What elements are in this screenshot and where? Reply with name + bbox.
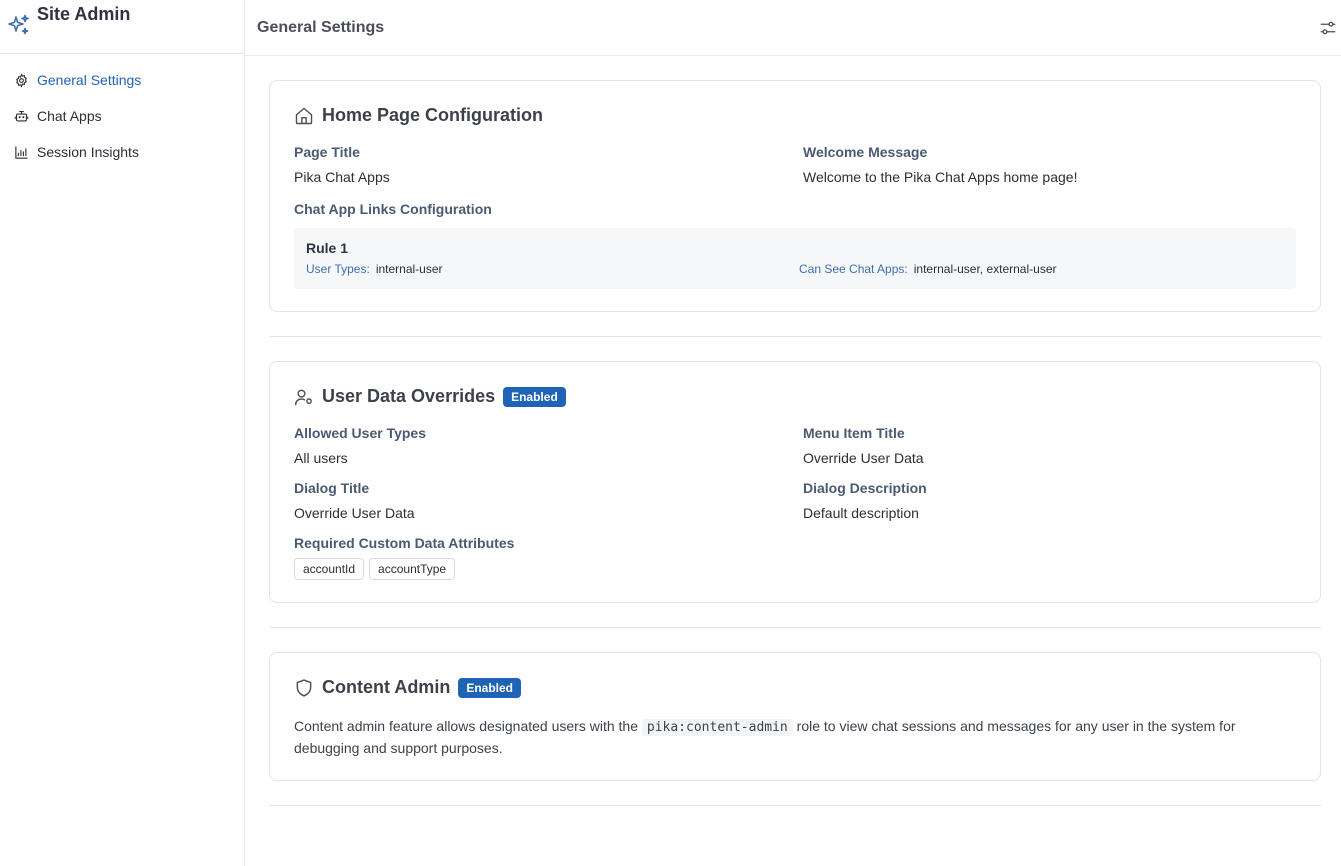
card-title: User Data Overrides xyxy=(322,386,496,406)
allowed-user-types-field: Allowed User Types All users xyxy=(294,425,803,466)
sparkle-icon xyxy=(6,12,32,38)
field-label: Menu Item Title xyxy=(803,425,905,441)
content-admin-description: Content admin feature allows designated … xyxy=(294,716,1296,758)
card-header: User Data Overrides Enabled xyxy=(294,386,1296,407)
field-value: Pika Chat Apps xyxy=(294,169,390,185)
sidebar-nav: General Settings Chat Apps Session Insig… xyxy=(0,54,244,170)
desc-text: Content admin feature allows designated … xyxy=(294,718,638,734)
main-content: General Settings Home Page Configuration… xyxy=(245,0,1341,866)
menu-item-title-field: Menu Item Title Override User Data xyxy=(803,425,1296,466)
field-label: Dialog Title xyxy=(294,480,370,496)
divider xyxy=(269,805,1321,806)
shield-icon xyxy=(294,678,314,698)
sidebar-item-label: General Settings xyxy=(37,72,142,88)
card-header: Home Page Configuration xyxy=(294,105,1296,126)
role-code: pika:content-admin xyxy=(641,719,793,736)
rule-value: internal-user xyxy=(375,262,443,276)
rule-box: Rule 1 User Types: internal-user Can See … xyxy=(294,228,1296,289)
page-title-field: Page Title Pika Chat Apps xyxy=(294,144,803,185)
rule-can-see: Can See Chat Apps: internal-user, externa… xyxy=(799,262,1284,276)
dialog-description-field: Dialog Description Default description xyxy=(803,480,1296,521)
welcome-message-field: Welcome Message Welcome to the Pika Chat… xyxy=(803,144,1296,185)
field-value: Override User Data xyxy=(294,505,415,521)
field-label: Page Title xyxy=(294,144,360,160)
dialog-title-field: Dialog Title Override User Data xyxy=(294,480,803,521)
bar-chart-icon xyxy=(13,144,29,160)
field-label: Dialog Description xyxy=(803,480,927,496)
home-page-fields: Page Title Pika Chat Apps Welcome Messag… xyxy=(294,144,1296,199)
field-value: Welcome to the Pika Chat Apps home page! xyxy=(803,169,1078,185)
status-badge: Enabled xyxy=(503,386,566,407)
settings-content: Home Page Configuration Page Title Pika … xyxy=(245,56,1341,806)
divider xyxy=(269,336,1321,337)
rule-title: Rule 1 xyxy=(306,240,349,256)
card-title: Content Admin xyxy=(322,677,451,697)
user-overrides-fields: Allowed User Types All users Menu Item T… xyxy=(294,425,1296,535)
field-label: Allowed User Types xyxy=(294,425,427,441)
sidebar-item-general-settings[interactable]: General Settings xyxy=(0,62,244,98)
home-page-config-card: Home Page Configuration Page Title Pika … xyxy=(269,80,1321,312)
attribute-tags: accountId accountType xyxy=(294,558,1296,580)
content-admin-card: Content Admin Enabled Content admin feat… xyxy=(269,652,1321,781)
app-root: Site Admin General Settings Chat Apps Se… xyxy=(0,0,1341,866)
field-label: Welcome Message xyxy=(803,144,928,160)
divider xyxy=(269,627,1321,628)
field-value: All users xyxy=(294,450,348,466)
rule-value: internal-user, external-user xyxy=(913,262,1057,276)
field-value: Override User Data xyxy=(803,450,924,466)
attribute-tag: accountType xyxy=(369,558,456,580)
card-title: Home Page Configuration xyxy=(322,105,544,125)
brand[interactable]: Site Admin xyxy=(0,0,244,54)
rule-user-types: User Types: internal-user xyxy=(306,262,799,276)
sidebar: Site Admin General Settings Chat Apps Se… xyxy=(0,0,245,866)
brand-title: Site Admin xyxy=(37,4,131,24)
rule-key: Can See Chat Apps: xyxy=(799,262,908,276)
sidebar-item-label: Session Insights xyxy=(37,144,139,160)
required-attributes-label: Required Custom Data Attributes xyxy=(294,535,515,551)
home-icon xyxy=(294,106,314,126)
field-value: Default description xyxy=(803,505,919,521)
attribute-tag: accountId xyxy=(294,558,365,580)
header: General Settings xyxy=(245,0,1341,56)
sidebar-item-label: Chat Apps xyxy=(37,108,102,124)
user-cog-icon xyxy=(294,387,314,407)
status-badge: Enabled xyxy=(458,677,521,698)
sliders-icon[interactable] xyxy=(1319,19,1337,37)
chat-app-links-label: Chat App Links Configuration xyxy=(294,201,492,217)
page-title: General Settings xyxy=(257,18,385,36)
rule-key: User Types: xyxy=(306,262,370,276)
user-data-overrides-card: User Data Overrides Enabled Allowed User… xyxy=(269,361,1321,603)
sidebar-item-session-insights[interactable]: Session Insights xyxy=(0,134,244,170)
card-header: Content Admin Enabled xyxy=(294,677,1296,698)
gear-icon xyxy=(13,72,29,88)
rule-details: User Types: internal-user Can See Chat Ap… xyxy=(306,262,1284,276)
sidebar-item-chat-apps[interactable]: Chat Apps xyxy=(0,98,244,134)
bot-icon xyxy=(13,108,29,124)
